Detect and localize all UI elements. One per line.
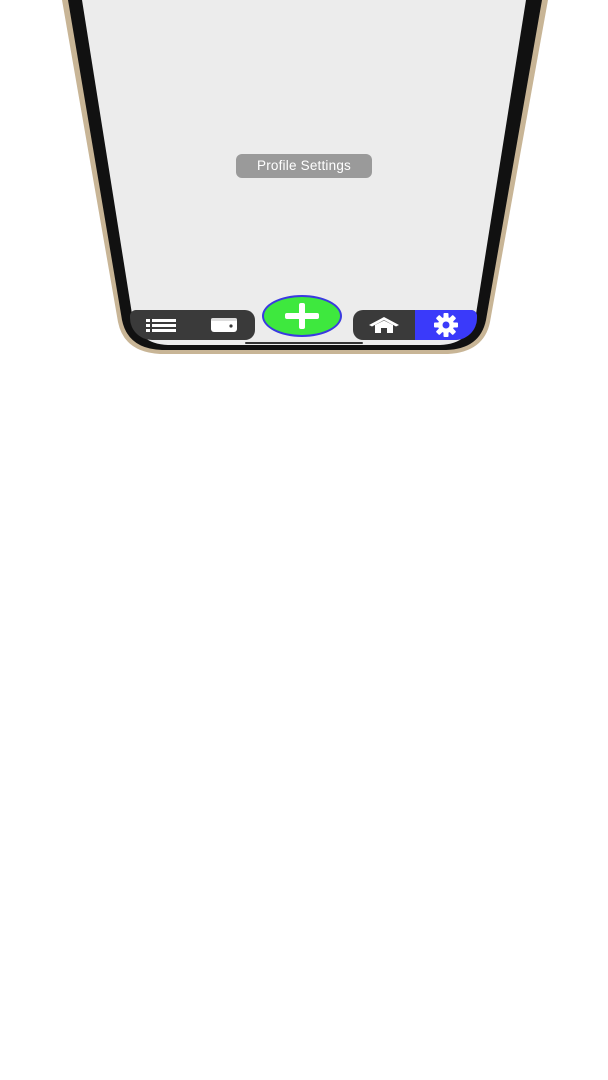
gear-icon — [434, 313, 458, 337]
phone-mockup: Profile Settings — [0, 0, 608, 360]
tab-home[interactable] — [353, 310, 415, 340]
plus-icon — [285, 303, 319, 329]
tab-bar-right — [353, 310, 477, 340]
home-indicator — [245, 342, 363, 344]
tab-settings[interactable] — [415, 310, 477, 340]
stage: Profile Settings — [0, 0, 608, 1080]
tab-list[interactable] — [130, 310, 193, 340]
wallet-icon — [210, 318, 237, 332]
tab-wallet[interactable] — [193, 310, 256, 340]
home-icon — [369, 317, 399, 333]
profile-settings-tooltip: Profile Settings — [236, 154, 372, 178]
tab-bar-left — [130, 310, 255, 340]
list-icon — [146, 319, 177, 332]
add-button[interactable] — [262, 295, 342, 337]
